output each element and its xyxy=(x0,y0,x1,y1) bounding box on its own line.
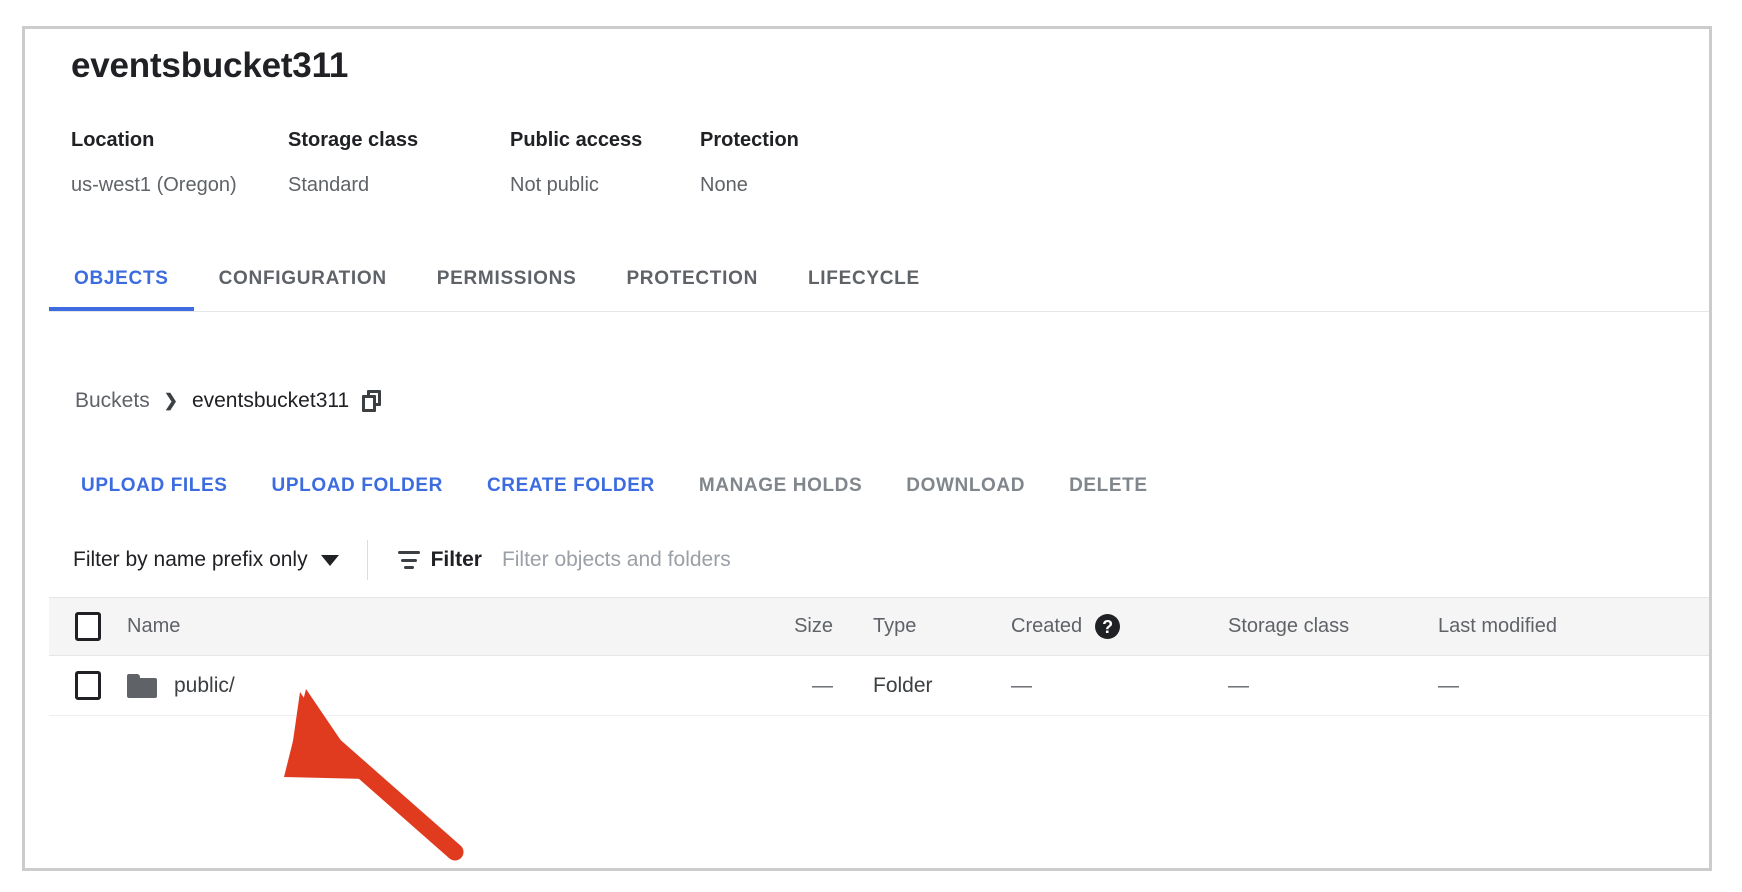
column-header-type[interactable]: Type xyxy=(863,615,1003,638)
filter-label[interactable]: Filter xyxy=(431,548,482,572)
bucket-tabs: OBJECTS CONFIGURATION PERMISSIONS PROTEC… xyxy=(49,247,1709,312)
column-header-size[interactable]: Size xyxy=(699,615,863,638)
delete-button[interactable]: DELETE xyxy=(1047,465,1170,507)
bucket-details-panel: eventsbucket311 Location us-west1 (Orego… xyxy=(22,26,1712,871)
tab-permissions[interactable]: PERMISSIONS xyxy=(412,247,602,311)
cell-size: — xyxy=(812,673,833,697)
column-header-created-label: Created xyxy=(1011,615,1083,637)
filter-prefix-mode-label: Filter by name prefix only xyxy=(73,548,308,571)
bucket-meta-grid: Location us-west1 (Oregon) Storage class… xyxy=(71,127,890,198)
copy-icon[interactable] xyxy=(362,390,382,412)
tab-configuration[interactable]: CONFIGURATION xyxy=(194,247,412,311)
table-footer xyxy=(49,716,1709,792)
table-header-row: Name Size Type Created ? Storage class L… xyxy=(49,598,1709,656)
filter-bar: Filter by name prefix only Filter xyxy=(49,523,1709,598)
breadcrumb: Buckets ❯ eventsbucket311 xyxy=(75,389,382,413)
meta-label-protection: Protection xyxy=(700,129,799,151)
meta-label-storage-class: Storage class xyxy=(288,129,419,151)
tab-lifecycle[interactable]: LIFECYCLE xyxy=(783,247,945,311)
cell-last-modified: — xyxy=(1438,673,1459,697)
tab-objects[interactable]: OBJECTS xyxy=(49,247,194,311)
create-folder-button[interactable]: CREATE FOLDER xyxy=(465,465,677,507)
download-button[interactable]: DOWNLOAD xyxy=(884,465,1047,507)
column-header-created[interactable]: Created ? xyxy=(1003,614,1220,639)
meta-value-protection: None xyxy=(700,174,748,196)
meta-column-storage-class: Storage class Standard xyxy=(288,127,510,198)
meta-value-storage-class: Standard xyxy=(288,174,370,196)
help-icon[interactable]: ? xyxy=(1095,614,1121,639)
cell-created: — xyxy=(1011,673,1032,697)
page-title: eventsbucket311 xyxy=(71,46,349,85)
meta-value-public-access: Not public xyxy=(510,174,599,196)
meta-label-public-access: Public access xyxy=(510,129,643,151)
objects-table: Name Size Type Created ? Storage class L… xyxy=(49,598,1709,792)
filter-prefix-mode-select[interactable]: Filter by name prefix only xyxy=(73,548,339,572)
column-header-last-modified[interactable]: Last modified xyxy=(1430,615,1680,638)
meta-column-location: Location us-west1 (Oregon) xyxy=(71,127,288,198)
chevron-right-icon: ❯ xyxy=(163,391,178,410)
meta-label-location: Location xyxy=(71,129,155,151)
object-actions-toolbar: UPLOAD FILES UPLOAD FOLDER CREATE FOLDER… xyxy=(59,465,1709,507)
cell-type: Folder xyxy=(873,673,933,697)
row-select-checkbox[interactable] xyxy=(75,671,101,700)
row-checkbox-cell xyxy=(49,671,127,700)
folder-icon xyxy=(127,673,157,698)
table-row[interactable]: public/ — Folder — — — xyxy=(49,656,1709,716)
tab-protection[interactable]: PROTECTION xyxy=(601,247,783,311)
meta-column-public-access: Public access Not public xyxy=(510,127,700,198)
chevron-down-icon xyxy=(320,554,339,566)
cell-storage-class: — xyxy=(1228,673,1249,697)
upload-files-button[interactable]: UPLOAD FILES xyxy=(59,465,250,507)
manage-holds-button[interactable]: MANAGE HOLDS xyxy=(677,465,884,507)
filter-input[interactable] xyxy=(499,547,1709,573)
breadcrumb-link-buckets[interactable]: Buckets xyxy=(75,389,150,413)
screenshot-root: eventsbucket311 Location us-west1 (Orego… xyxy=(0,0,1742,892)
select-all-checkbox[interactable] xyxy=(75,612,101,641)
object-name-link[interactable]: public/ xyxy=(174,674,235,698)
cell-name[interactable]: public/ xyxy=(127,673,699,698)
breadcrumb-current-bucket: eventsbucket311 xyxy=(191,389,350,412)
filter-icon[interactable] xyxy=(397,551,420,569)
select-all-checkbox-cell xyxy=(49,612,127,641)
column-header-storage-class[interactable]: Storage class xyxy=(1220,615,1430,638)
meta-column-protection: Protection None xyxy=(700,127,890,198)
meta-value-location: us-west1 (Oregon) xyxy=(71,174,237,196)
filter-divider xyxy=(366,540,368,580)
upload-folder-button[interactable]: UPLOAD FOLDER xyxy=(250,465,465,507)
column-header-name[interactable]: Name xyxy=(127,615,699,638)
